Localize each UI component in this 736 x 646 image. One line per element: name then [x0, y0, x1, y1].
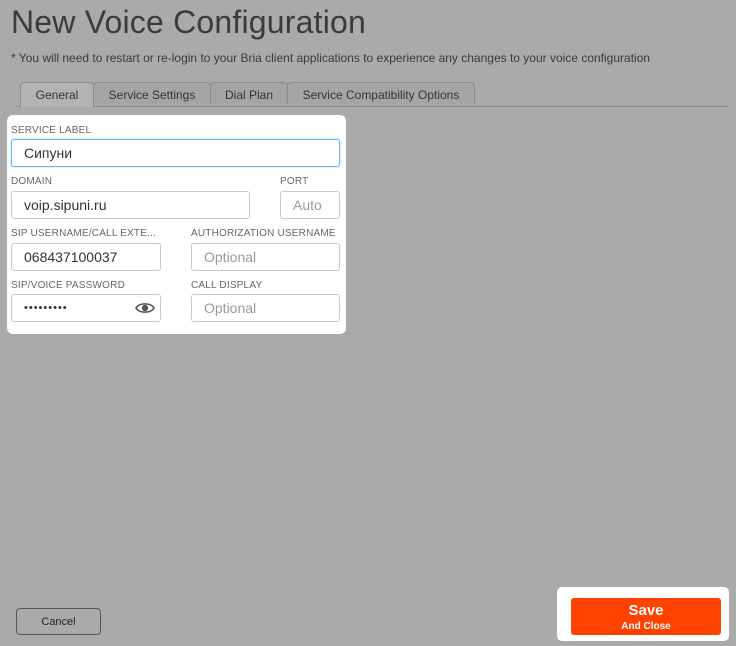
sip-username-label: SIP USERNAME/CALL EXTE... [11, 228, 157, 239]
service-label-label: SERVICE LABEL [11, 125, 92, 136]
tab-service-compatibility-options[interactable]: Service Compatibility Options [287, 82, 475, 104]
save-button-container: Save And Close [557, 587, 729, 641]
tab-service-settings[interactable]: Service Settings [93, 82, 211, 104]
domain-input[interactable] [11, 191, 250, 219]
save-button-sublabel: And Close [621, 621, 671, 632]
sip-username-input[interactable] [11, 243, 161, 271]
domain-label: DOMAIN [11, 176, 53, 187]
call-display-input[interactable] [191, 294, 340, 322]
eye-icon[interactable] [135, 301, 155, 315]
restart-notice: * You will need to restart or re-login t… [11, 51, 651, 65]
service-label-input[interactable] [11, 139, 340, 167]
port-label: PORT [280, 176, 309, 187]
page-title: New Voice Configuration [11, 4, 367, 40]
general-settings-panel: SERVICE LABEL DOMAIN PORT SIP USERNAME/C… [7, 115, 346, 334]
authorization-username-label: AUTHORIZATION USERNAME [191, 228, 336, 239]
password-label: SIP/VOICE PASSWORD [11, 280, 125, 291]
call-display-label: CALL DISPLAY [191, 280, 263, 291]
tab-general[interactable]: General [20, 82, 94, 107]
port-input[interactable] [280, 191, 340, 219]
cancel-button[interactable]: Cancel [16, 608, 101, 635]
authorization-username-input[interactable] [191, 243, 340, 271]
save-and-close-button[interactable]: Save And Close [571, 598, 721, 635]
tab-dial-plan[interactable]: Dial Plan [210, 82, 288, 104]
save-button-label: Save [628, 602, 664, 619]
password-field-wrapper [11, 294, 161, 322]
tab-bar: General Service Settings Dial Plan Servi… [16, 82, 728, 107]
